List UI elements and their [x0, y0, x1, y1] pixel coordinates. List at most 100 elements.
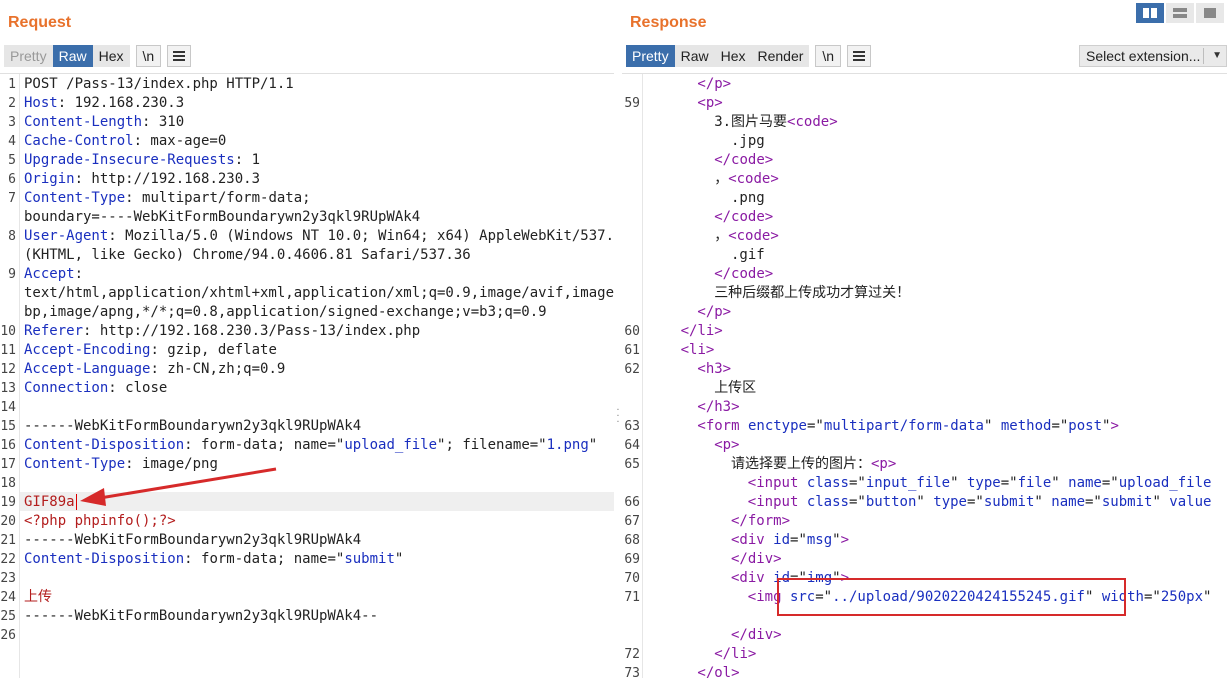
hamburger-icon[interactable]	[167, 45, 192, 67]
newline-toggle[interactable]: \n	[135, 45, 162, 67]
code-token: <div	[731, 570, 774, 586]
code-token: </h3>	[697, 399, 740, 415]
code-token: "	[1203, 589, 1212, 605]
line-number: 60	[624, 324, 640, 339]
request-tabs: Pretty Raw Hex \n	[4, 45, 192, 67]
tab-pretty[interactable]: Pretty	[4, 45, 53, 67]
code-token: msg	[806, 532, 833, 548]
response-pane: Response Pretty Raw Hex Render \n Select…	[622, 0, 1227, 678]
code-token: 250px	[1160, 589, 1204, 605]
code-line: </code>	[714, 208, 773, 227]
code-line: </ol>	[697, 664, 739, 678]
tab-raw[interactable]: Raw	[674, 45, 715, 67]
code-token: 上传区	[714, 380, 757, 396]
code-line: <h3>	[697, 360, 731, 379]
code-token: "	[832, 532, 841, 548]
code-token: enctype	[747, 418, 807, 434]
code-token: </li>	[680, 323, 723, 339]
code-line: </div>	[731, 626, 782, 645]
code-line: .png	[731, 189, 765, 208]
code-line: </code>	[714, 151, 773, 170]
drag-handle-icon[interactable]: · · ·	[615, 406, 621, 428]
line-number: 70	[624, 571, 640, 586]
code-token: ="	[1144, 589, 1161, 605]
code-line: <li>	[681, 341, 715, 360]
line-number: 71	[624, 590, 640, 605]
code-token: ="	[1000, 475, 1018, 491]
code-line: .gif	[731, 246, 765, 265]
code-token: value	[1169, 494, 1212, 510]
code-line: <div id="msg">	[731, 531, 849, 550]
code-line: 上传区	[714, 379, 756, 398]
code-token: <form	[697, 418, 748, 434]
code-token: <p>	[871, 456, 897, 472]
code-token: "	[984, 418, 1001, 434]
code-token: </li>	[714, 646, 757, 662]
code-token: <code>	[787, 114, 838, 130]
request-editor[interactable]: 1 POST /Pass-13/index.php HTTP/1.1 2 Host: …	[0, 73, 614, 678]
code-token: .jpg	[731, 133, 765, 149]
hamburger-icon[interactable]	[847, 45, 872, 67]
code-token: >	[840, 532, 850, 548]
line-number: 63	[624, 419, 640, 434]
response-tabs: Pretty Raw Hex Render \n	[626, 45, 872, 67]
code-token: "	[1034, 494, 1052, 510]
tab-pretty[interactable]: Pretty	[626, 45, 675, 67]
code-token: name	[1068, 475, 1102, 491]
code-token: file	[1017, 475, 1052, 491]
select-extension-dropdown[interactable]: Select extension... ▼	[1079, 45, 1227, 67]
code-token: post	[1068, 418, 1103, 434]
code-token: <input	[747, 475, 807, 491]
code-token: </code>	[714, 209, 774, 225]
code-line: .jpg	[731, 132, 765, 151]
code-token: name	[1051, 494, 1085, 510]
code-token: ="	[848, 475, 866, 491]
code-token: ="	[1101, 475, 1119, 491]
code-token: </ol>	[697, 665, 740, 678]
tab-hex[interactable]: Hex	[714, 45, 752, 67]
code-line: 请选择要上传的图片：<p>	[731, 455, 896, 474]
line-number: 64	[624, 438, 640, 453]
code-line: </p>	[697, 75, 731, 94]
code-token: <li>	[680, 342, 715, 358]
code-token: </form>	[731, 513, 791, 529]
code-token: class	[806, 494, 849, 510]
code-token: "	[1152, 494, 1170, 510]
code-token: ="	[1085, 494, 1102, 510]
single-view-icon[interactable]	[1196, 3, 1224, 23]
code-token: type	[966, 475, 1001, 491]
code-token: ="	[790, 532, 807, 548]
newline-toggle[interactable]: \n	[815, 45, 842, 67]
code-line: <p>	[697, 94, 722, 113]
code-token: <input	[747, 494, 807, 510]
code-token: 3.图片马要	[714, 114, 788, 130]
split-view-icon[interactable]	[1136, 3, 1164, 23]
code-token: <div	[731, 532, 774, 548]
tab-hex[interactable]: Hex	[92, 45, 130, 67]
horizontal-view-icon[interactable]	[1166, 3, 1194, 23]
code-token: .gif	[731, 247, 765, 263]
line-number: 61	[624, 343, 640, 358]
select-extension-label: Select extension...	[1086, 48, 1201, 64]
pane-divider[interactable]	[614, 0, 622, 678]
annotation-box	[777, 578, 1126, 616]
code-line: </div>	[731, 550, 782, 569]
code-token: "	[950, 475, 967, 491]
code-token: 请选择要上传的图片：	[731, 456, 871, 472]
code-token: ="	[848, 494, 866, 510]
response-title: Response	[630, 14, 707, 31]
code-token: "	[1051, 475, 1069, 491]
code-token: method	[1000, 418, 1052, 434]
code-token: <code>	[728, 171, 779, 187]
code-token: input_file	[865, 475, 951, 491]
code-token: upload_file	[1118, 475, 1212, 491]
response-editor[interactable]: </p> 59 <p> 3.图片马要<code> .jpg </code> ，<code>.…	[622, 73, 1227, 678]
code-line: <input class="input_file" type="file" na…	[748, 474, 1212, 493]
line-number: 67	[624, 514, 640, 529]
tab-render[interactable]: Render	[751, 45, 810, 67]
tab-raw[interactable]: Raw	[52, 45, 93, 67]
code-token: >	[1110, 418, 1119, 434]
line-number: 72	[624, 647, 640, 662]
code-line: <input class="button" type="submit" name…	[748, 493, 1212, 512]
line-number: 59	[624, 96, 640, 111]
